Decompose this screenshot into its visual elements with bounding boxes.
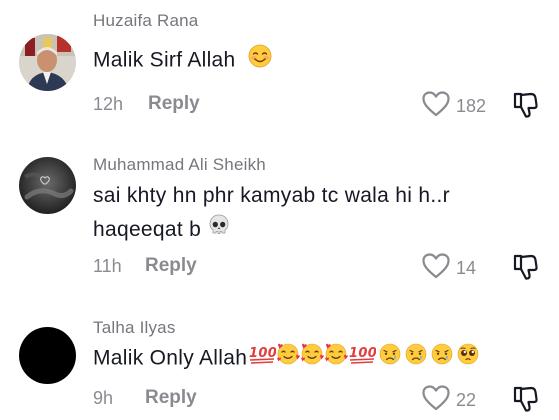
comment-item: Huzaifa Rana Malik Sirf Allah 12h Reply … [0, 0, 559, 130]
comment-timestamp: 12h [93, 94, 124, 114]
like-count: 22 [456, 390, 477, 410]
heart-outline-icon [422, 91, 450, 122]
comment-text-content: Malik Only Allah [93, 346, 248, 370]
hundred-points-icon: 100 [248, 343, 277, 375]
comment-text-content: Malik Sirf Allah [93, 48, 236, 72]
comment-username[interactable]: Muhammad Ali Sheikh [93, 155, 266, 175]
crying-face-icon [378, 342, 402, 376]
comment-text: Malik Only Allah 100 100 [93, 342, 480, 376]
heart-outline-icon [422, 253, 450, 284]
thumbs-down-outline-icon [511, 254, 539, 285]
avatar[interactable] [19, 157, 76, 214]
comment-username[interactable]: Talha Ilyas [93, 318, 176, 338]
comment-item: Muhammad Ali Sheikh sai khty hn phr kamy… [0, 130, 559, 300]
reply-button[interactable]: Reply [145, 255, 197, 277]
smiling-face-icon [248, 44, 272, 78]
dislike-button[interactable] [511, 385, 539, 418]
heart-outline-icon [422, 385, 450, 416]
skull-icon [209, 214, 229, 246]
smiling-face-with-hearts-icon [300, 342, 325, 376]
comment-username[interactable]: Huzaifa Rana [93, 11, 198, 31]
comment-text-line: sai khty hn phr kamyab tc wala hi h..r [93, 184, 450, 207]
like-button[interactable]: 182 [422, 91, 486, 122]
like-count: 182 [456, 96, 487, 116]
crying-face-icon [404, 342, 428, 376]
comment-text-content: haqeeqat b [93, 218, 202, 241]
reply-button[interactable]: Reply [148, 93, 200, 115]
dislike-button[interactable] [511, 91, 539, 124]
comment-text-line: haqeeqat b [93, 214, 229, 246]
comment-timestamp: 9h [93, 388, 114, 408]
comment-item: Talha Ilyas Malik Only Allah 100 100 9h … [0, 300, 559, 420]
crying-face-icon [430, 342, 454, 376]
avatar[interactable] [19, 34, 76, 91]
like-count: 14 [456, 258, 477, 278]
thumbs-down-outline-icon [511, 92, 539, 123]
smiling-face-with-hearts-icon [276, 342, 301, 376]
comment-text: Malik Sirf Allah [93, 44, 272, 78]
hundred-points-icon: 100 [348, 343, 377, 375]
smiling-face-with-hearts-icon [324, 342, 349, 376]
dislike-button[interactable] [511, 253, 539, 286]
thumbs-down-outline-icon [511, 386, 539, 417]
like-button[interactable]: 14 [422, 253, 476, 284]
like-button[interactable]: 22 [422, 385, 476, 416]
reply-button[interactable]: Reply [145, 387, 197, 409]
comment-timestamp: 11h [93, 256, 122, 276]
pleading-face-icon [456, 342, 480, 376]
avatar[interactable] [19, 327, 76, 384]
